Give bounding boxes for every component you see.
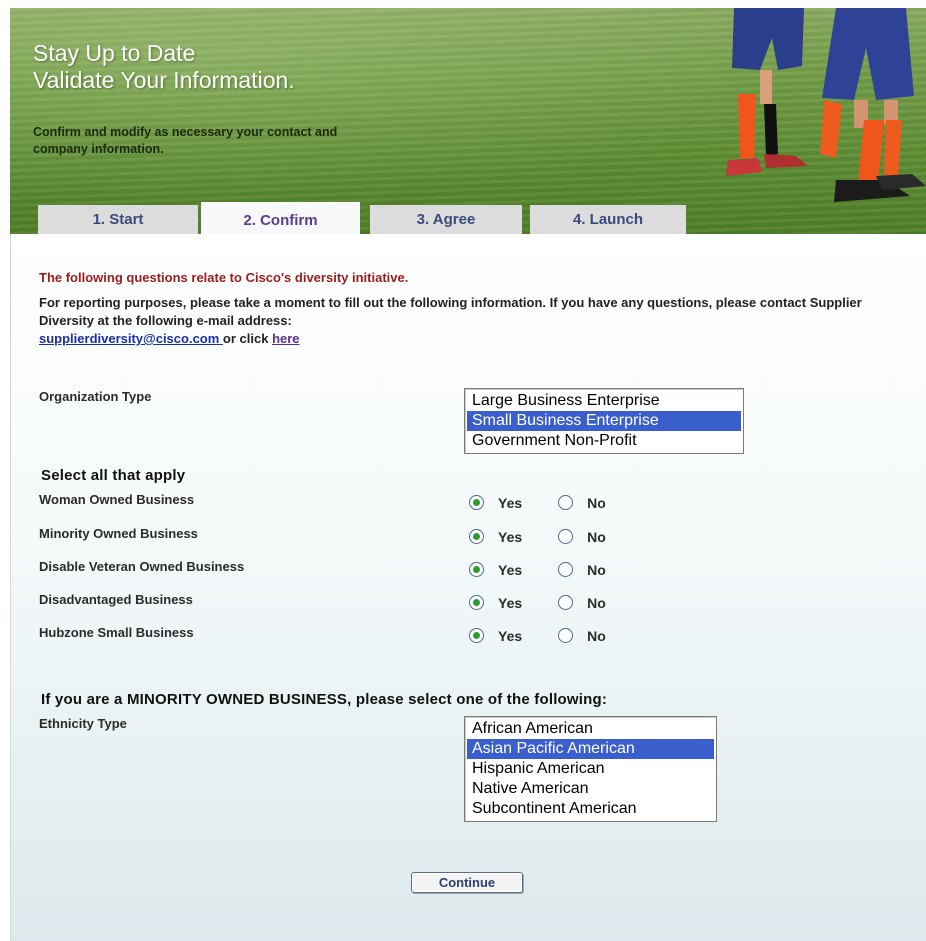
yes-no-radio-group: Yes No: [469, 627, 606, 649]
business-type-label: Disable Veteran Owned Business: [39, 559, 245, 574]
business-type-label: Hubzone Small Business: [39, 625, 194, 640]
tab-start[interactable]: 1. Start: [38, 205, 198, 234]
continue-button[interactable]: Continue: [411, 872, 523, 893]
banner-subtitle: Confirm and modify as necessary your con…: [33, 125, 338, 156]
organization-type-option[interactable]: Large Business Enterprise: [467, 391, 741, 411]
no-radio-label: No: [587, 494, 606, 511]
organization-type-label: Organization Type: [39, 389, 152, 404]
business-type-label: Woman Owned Business: [39, 492, 195, 507]
organization-type-option[interactable]: Small Business Enterprise: [467, 411, 741, 431]
yes-radio[interactable]: [469, 628, 484, 644]
ethnicity-type-option[interactable]: Asian Pacific American: [467, 739, 714, 759]
ethnicity-type-option[interactable]: Hispanic American: [467, 759, 714, 779]
no-radio-label: No: [587, 594, 606, 611]
tab-agree[interactable]: 3. Agree: [370, 205, 522, 234]
organization-type-listbox[interactable]: Large Business Enterprise Small Business …: [464, 388, 744, 454]
yes-radio[interactable]: [469, 595, 484, 611]
yes-radio[interactable]: [469, 495, 484, 511]
organization-type-option[interactable]: Government Non-Profit: [467, 431, 741, 451]
yes-radio[interactable]: [469, 562, 484, 578]
ethnicity-type-label: Ethnicity Type: [39, 716, 127, 731]
tab-confirm[interactable]: 2. Confirm: [201, 202, 360, 234]
here-link[interactable]: here: [272, 331, 299, 346]
yes-radio-label: Yes: [498, 528, 523, 545]
business-type-label: Minority Owned Business: [39, 526, 198, 541]
yes-radio[interactable]: [469, 529, 484, 545]
no-radio-label: No: [587, 561, 606, 578]
ethnicity-type-option[interactable]: Native American: [467, 779, 714, 799]
yes-no-radio-group: Yes No: [469, 528, 606, 550]
yes-radio-label: Yes: [498, 561, 523, 578]
yes-radio-label: Yes: [498, 494, 523, 511]
no-radio-label: No: [587, 627, 606, 644]
select-all-heading: Select all that apply: [41, 467, 186, 484]
banner-title: Stay Up to Date Validate Your Informatio…: [33, 40, 295, 93]
yes-radio-label: Yes: [498, 627, 523, 644]
no-radio[interactable]: [558, 495, 574, 511]
yes-no-radio-group: Yes No: [469, 561, 606, 583]
intro-paragraph: For reporting purposes, please take a mo…: [39, 294, 899, 348]
header-banner: Stay Up to Date Validate Your Informatio…: [10, 8, 926, 234]
form-panel: The following questions relate to Cisco'…: [10, 234, 926, 941]
tab-launch[interactable]: 4. Launch: [530, 205, 686, 234]
no-radio-label: No: [587, 528, 606, 545]
supplier-diversity-email-link[interactable]: supplierdiversity@cisco.com: [39, 331, 223, 346]
ethnicity-type-listbox[interactable]: African American Asian Pacific American Hi…: [464, 716, 717, 822]
ethnicity-type-option[interactable]: African American: [467, 719, 714, 739]
business-type-label: Disadvantaged Business: [39, 592, 193, 607]
no-radio[interactable]: [558, 529, 574, 545]
or-click-text: or click: [222, 331, 273, 346]
no-radio[interactable]: [558, 595, 574, 611]
no-radio[interactable]: [558, 628, 574, 644]
yes-no-radio-group: Yes No: [469, 494, 606, 516]
soccer-players-image: [726, 8, 926, 202]
ethnicity-type-option[interactable]: Subcontinent American: [467, 799, 714, 819]
yes-no-radio-group: Yes No: [469, 594, 606, 616]
page: Stay Up to Date Validate Your Informatio…: [0, 0, 926, 941]
yes-radio-label: Yes: [498, 594, 523, 611]
no-radio[interactable]: [558, 562, 574, 578]
diversity-heading: The following questions relate to Cisco'…: [39, 270, 409, 285]
minority-heading: If you are a MINORITY OWNED BUSINESS, pl…: [41, 691, 608, 708]
intro-text: For reporting purposes, please take a mo…: [39, 295, 862, 328]
